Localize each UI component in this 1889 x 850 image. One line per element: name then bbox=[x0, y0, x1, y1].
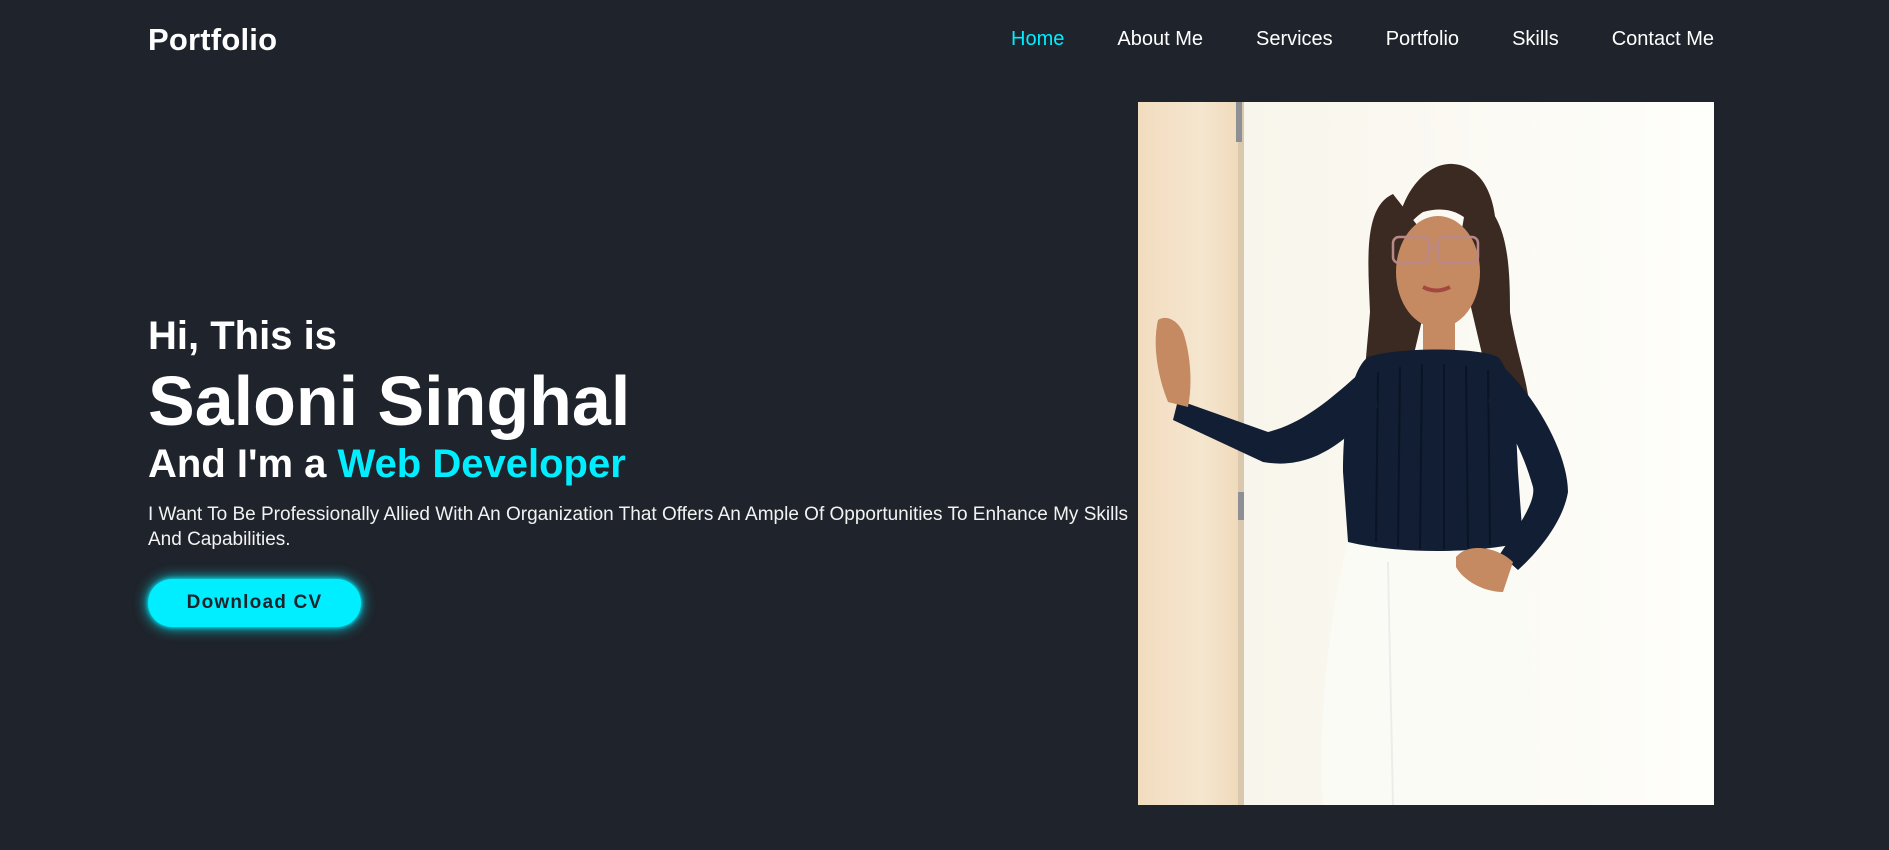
nav-portfolio[interactable]: Portfolio bbox=[1386, 28, 1459, 51]
download-cv-button[interactable]: Download CV bbox=[148, 579, 361, 627]
main-nav: Home About Me Services Portfolio Skills … bbox=[1011, 28, 1714, 51]
profile-photo bbox=[1138, 102, 1714, 805]
hero-description: I Want To Be Professionally Allied With … bbox=[148, 504, 1129, 550]
hero-greeting: Hi, This is bbox=[148, 314, 337, 358]
nav-home[interactable]: Home bbox=[1011, 28, 1064, 51]
hero-name: Saloni Singhal bbox=[148, 362, 631, 440]
role-highlight: Web Developer bbox=[337, 442, 626, 486]
nav-contact[interactable]: Contact Me bbox=[1612, 28, 1714, 51]
nav-about[interactable]: About Me bbox=[1117, 28, 1203, 51]
hero-content: Hi, This is Saloni Singhal And I'm a Web… bbox=[148, 312, 1138, 627]
hero-role: And I'm a Web Developer bbox=[148, 440, 1138, 488]
role-prefix: And I'm a bbox=[148, 442, 338, 486]
nav-services[interactable]: Services bbox=[1256, 28, 1333, 51]
nav-skills[interactable]: Skills bbox=[1512, 28, 1559, 51]
portfolio-page: Portfolio Home About Me Services Portfol… bbox=[0, 0, 1889, 850]
logo[interactable]: Portfolio bbox=[148, 22, 277, 58]
site-header: Portfolio Home About Me Services Portfol… bbox=[0, 0, 1889, 82]
